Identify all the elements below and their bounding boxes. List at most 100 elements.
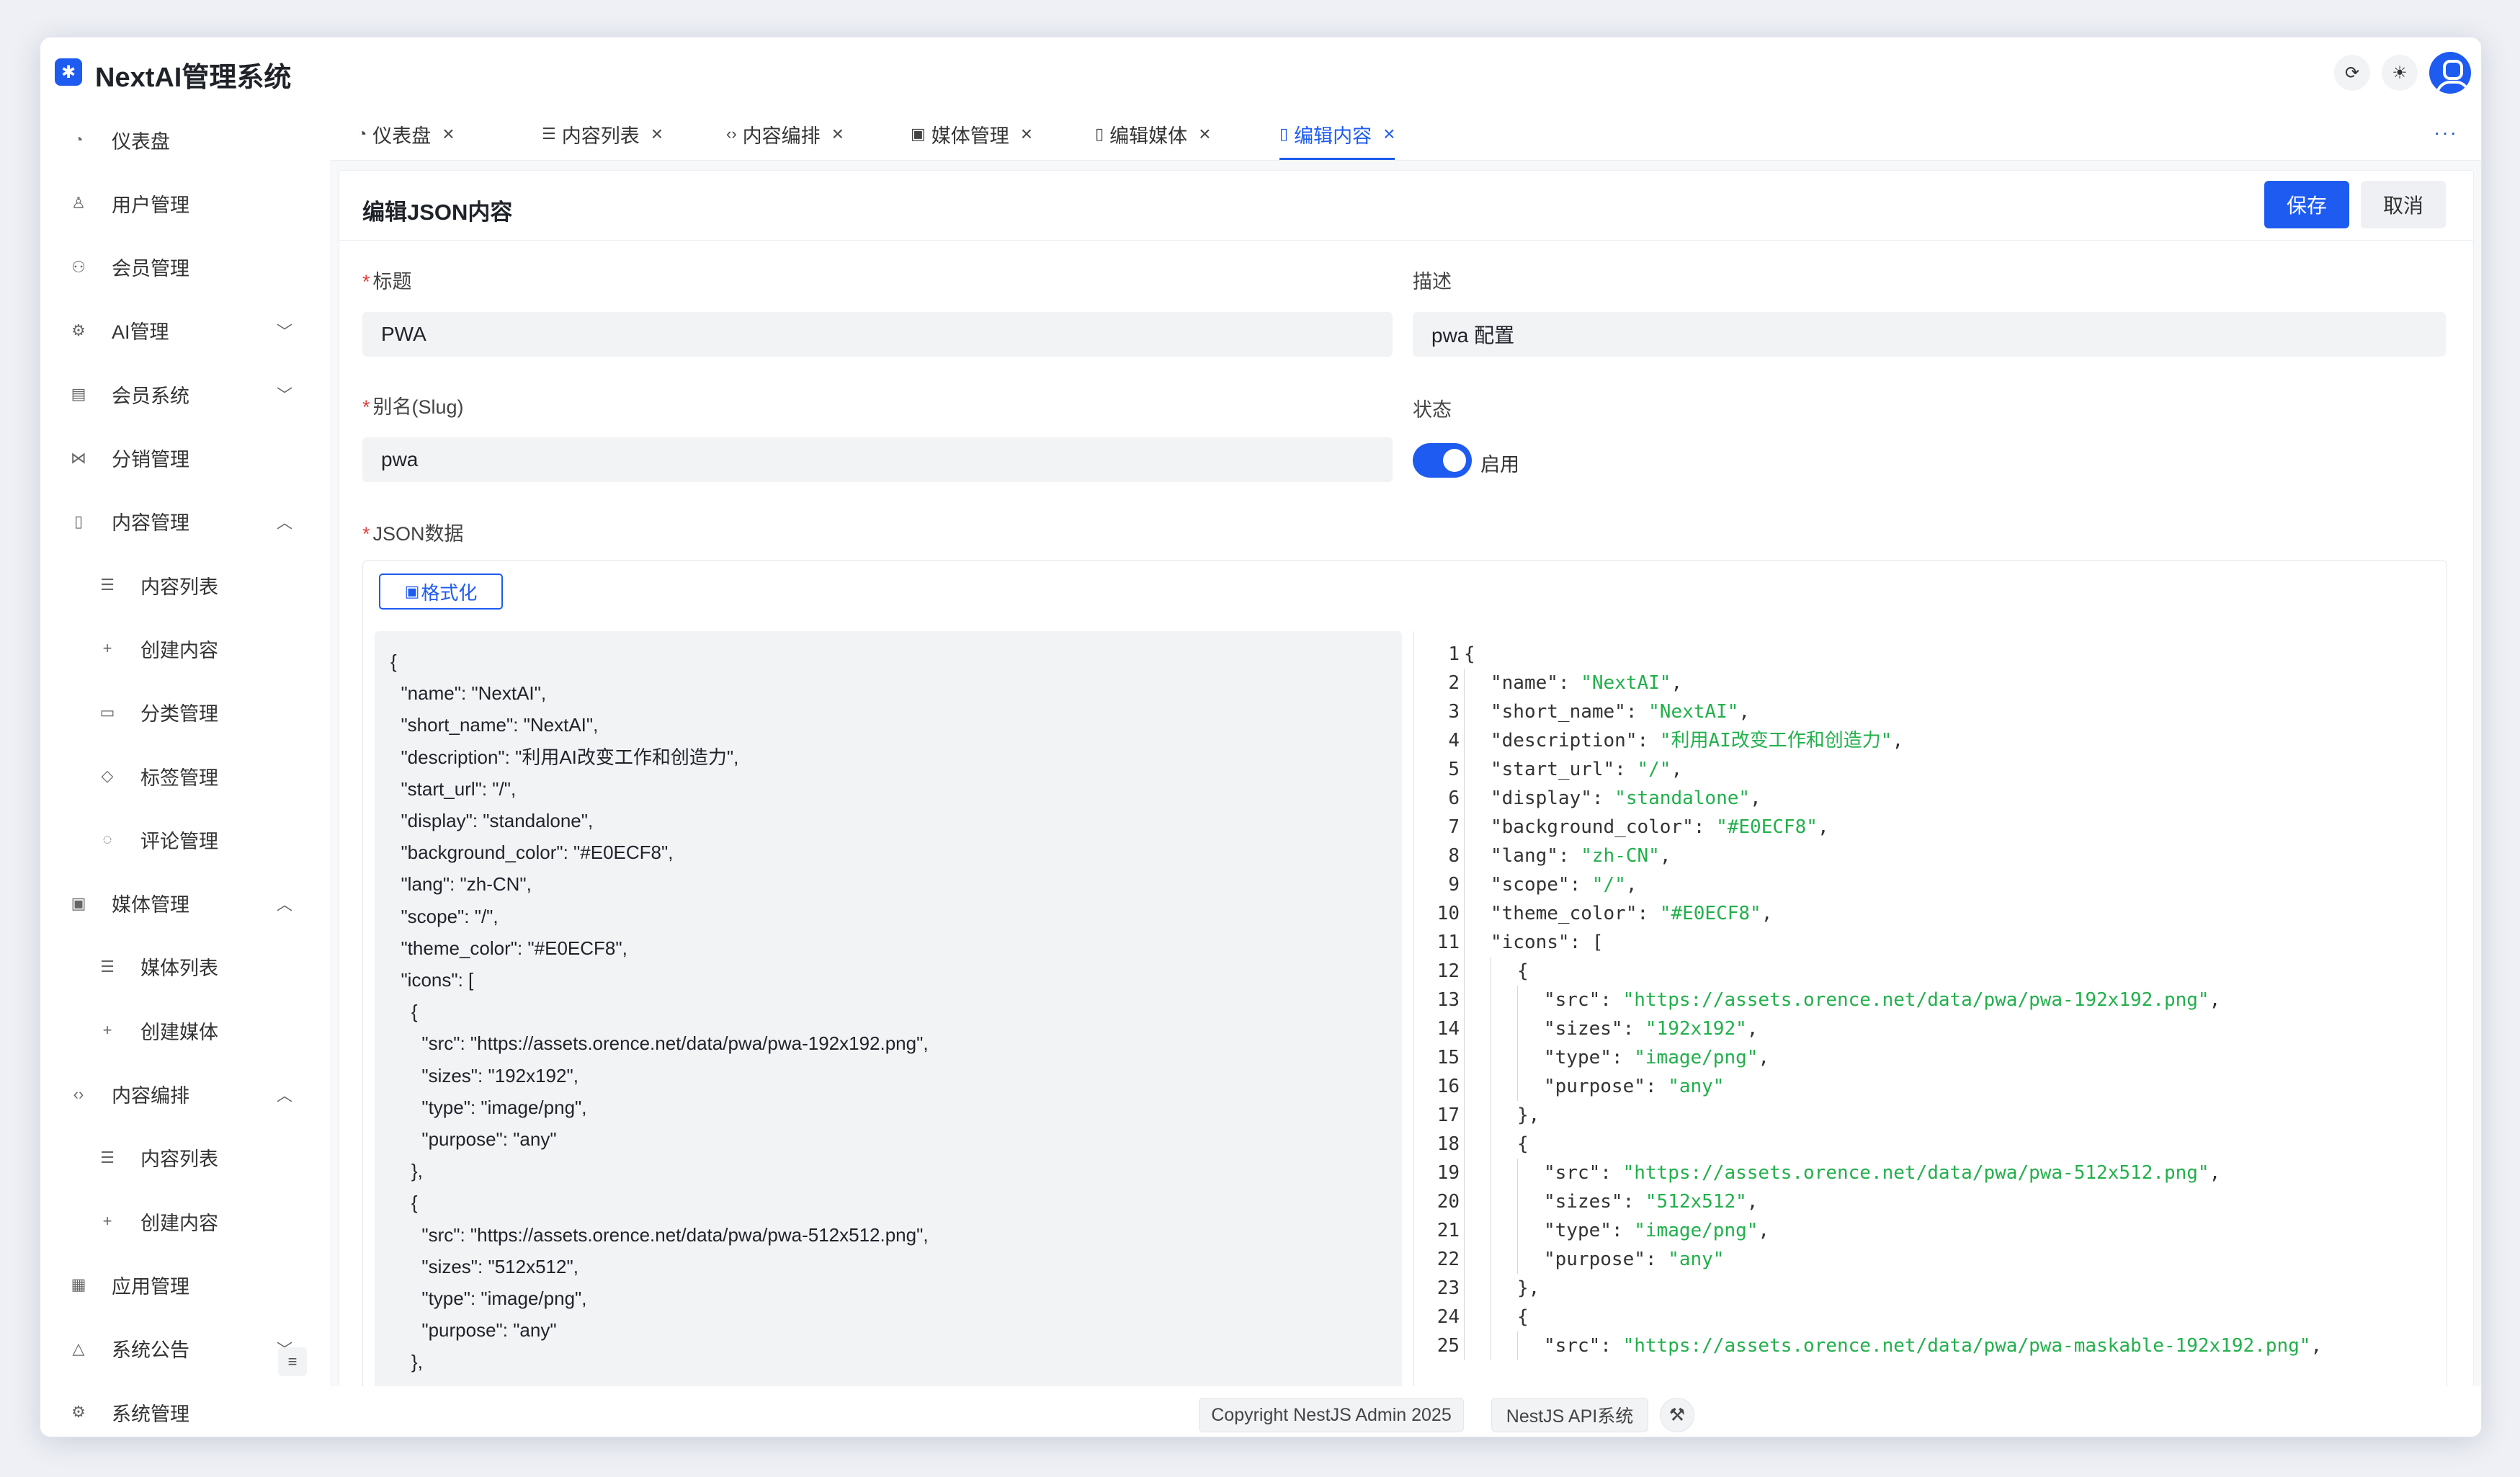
slug-input[interactable]: pwa (362, 437, 1393, 482)
sidebar-item[interactable]: ☰ 内容列表 (40, 553, 329, 617)
sidebar-item[interactable]: ‹› 内容编排 ︿ (40, 1063, 329, 1126)
tab-item[interactable]: ‹› 内容编排 × (726, 108, 844, 160)
copyright-badge[interactable]: Copyright NestJS Admin 2025 (1199, 1398, 1464, 1432)
user-icon (2443, 60, 2463, 80)
tab-label: 媒体管理 (931, 125, 1009, 147)
tab-item[interactable]: ▯ 编辑媒体 × (1095, 108, 1210, 160)
chevron-down-icon[interactable]: ﹀ (277, 383, 292, 406)
sidebar-item-label: 内容管理 (112, 512, 189, 535)
sidebar-item[interactable]: ☰ 媒体列表 (40, 935, 329, 999)
json-preview-line: 5 "start_url": "/", (1415, 755, 2445, 784)
json-preview-line: 17}, (1415, 1101, 2445, 1130)
sidebar-item[interactable]: ◇ 标签管理 (40, 744, 329, 808)
chevron-down-icon[interactable]: ﹀ (277, 319, 292, 342)
sidebar-item-label: 内容列表 (140, 576, 218, 598)
sidebar-item[interactable]: + 创建内容 (40, 617, 329, 680)
sidebar-item[interactable]: ▤ 会员系统 ﹀ (40, 362, 329, 426)
code-text: "name": "NextAI", (1464, 669, 1682, 697)
sidebar-item[interactable]: ◔ 仪表盘 (40, 108, 329, 171)
tabs-more-icon[interactable]: ··· (2434, 121, 2458, 144)
code-text: "display": "standalone", (1464, 784, 1761, 813)
document-icon: ▯ (1095, 125, 1104, 143)
sidebar-item[interactable]: ◌ 评论管理 (40, 808, 329, 871)
json-preview-line: 22 "purpose": "any" (1415, 1245, 2445, 1274)
tab-item[interactable]: ▣ 媒体管理 × (911, 108, 1032, 160)
json-label: * JSON数据 (362, 523, 464, 545)
chevron-up-icon[interactable]: ︿ (277, 892, 292, 915)
sidebar-item[interactable]: ▯ 内容管理 ︿ (40, 490, 329, 553)
gift-icon: ▤ (71, 385, 86, 403)
sidebar-item-label: 分类管理 (140, 703, 218, 726)
json-preview: 1{2 "name": "NextAI", 3 "short_name": "Next… (1415, 640, 2445, 1437)
tag-icon: ◇ (101, 767, 114, 785)
status-value-label: 启用 (1480, 454, 1519, 476)
sidebar-item[interactable]: ▦ 应用管理 (40, 1253, 329, 1316)
close-icon[interactable]: × (1199, 122, 1210, 146)
sidebar-item-label: 分销管理 (112, 449, 189, 470)
app-window: ✱ NextAI管理系统 ⟳ ☀ ◔ 仪表盘 ♙ 用户管理 ⚇ 会员管理 ⚙ AI管理 ﹀ ▤ 会员… (40, 37, 2481, 1437)
sidebar-item[interactable]: ▭ 分类管理 (40, 681, 329, 744)
sidebar-item[interactable]: ⚙ AI管理 ﹀ (40, 299, 329, 362)
json-textarea[interactable]: { "name": "NextAI", "short_name": "NextA… (375, 631, 1402, 1437)
title-input[interactable]: PWA (362, 312, 1393, 357)
line-number: 17 (1437, 1105, 1460, 1126)
line-number: 5 (1448, 759, 1460, 780)
sidebar-item-label: 媒体管理 (112, 894, 189, 916)
close-icon[interactable]: × (832, 122, 844, 146)
code-text: "type": "image/png", (1464, 1043, 1769, 1072)
sidebar-item[interactable]: + 创建媒体 (40, 999, 329, 1062)
image-icon: ▣ (911, 125, 926, 143)
tab-item[interactable]: ☰ 内容列表 × (542, 108, 663, 160)
api-system-button[interactable]: NestJS API系统 (1491, 1398, 1648, 1432)
json-preview-line: 7 "background_color": "#E0ECF8", (1415, 813, 2445, 842)
tab-label: 内容列表 (561, 125, 640, 147)
code-text: "background_color": "#E0ECF8", (1464, 813, 1829, 842)
sidebar-item-label: 创建媒体 (140, 1021, 218, 1043)
sidebar-item[interactable]: ♙ 用户管理 (40, 171, 329, 235)
code-text: "purpose": "any" (1464, 1245, 1724, 1274)
line-number: 24 (1437, 1306, 1460, 1328)
sidebar-item[interactable]: ⚇ 会员管理 (40, 236, 329, 299)
sidebar-item-label: 仪表盘 (112, 130, 170, 153)
wrench-button[interactable]: ⚒ (1660, 1398, 1694, 1432)
json-raw-text[interactable]: { "name": "NextAI", "short_name": "NextA… (390, 646, 929, 1378)
dashboard-icon: ◔ (357, 125, 367, 143)
close-icon[interactable]: × (442, 122, 454, 146)
chevron-up-icon[interactable]: ︿ (277, 510, 292, 533)
sidebar-item[interactable]: ⚙ 系统管理 (40, 1380, 329, 1437)
line-number: 20 (1437, 1191, 1460, 1213)
close-icon[interactable]: × (1383, 122, 1395, 146)
sidebar-item[interactable]: + 创建内容 (40, 1190, 329, 1253)
save-button[interactable]: 保存 (2264, 181, 2349, 228)
line-number: 13 (1437, 989, 1460, 1011)
close-icon[interactable]: × (1021, 122, 1032, 146)
tab-item[interactable]: ▯ 编辑内容 × (1279, 108, 1395, 160)
json-preview-line: 20 "sizes": "512x512", (1415, 1187, 2445, 1216)
format-button[interactable]: ▣ 格式化 (379, 574, 503, 610)
tab-label: 编辑媒体 (1109, 125, 1188, 147)
page-title: 编辑JSON内容 (362, 200, 513, 225)
theme-toggle-button[interactable]: ☀ (2382, 55, 2418, 91)
list-icon: ☰ (100, 1148, 115, 1166)
line-number: 12 (1437, 960, 1460, 982)
code-text: "theme_color": "#E0ECF8", (1464, 899, 1772, 928)
comment-icon: ◌ (102, 830, 112, 849)
status-toggle[interactable] (1413, 443, 1472, 478)
chevron-up-icon[interactable]: ︿ (277, 1083, 292, 1106)
user-avatar[interactable] (2429, 52, 2471, 94)
line-number: 7 (1448, 816, 1460, 838)
document-icon: ▯ (73, 512, 84, 530)
json-preview-line: 8 "lang": "zh-CN", (1415, 842, 2445, 870)
tab-item[interactable]: ◔ 仪表盘 × (357, 108, 455, 160)
sidebar-item[interactable]: ☰ 内容列表 (40, 1126, 329, 1190)
sidebar-item[interactable]: ▣ 媒体管理 ︿ (40, 872, 329, 935)
sidebar-collapse-button[interactable]: ≡ (278, 1347, 307, 1376)
line-number: 16 (1437, 1076, 1460, 1097)
line-number: 2 (1448, 672, 1460, 694)
refresh-button[interactable]: ⟳ (2334, 55, 2370, 91)
cancel-button[interactable]: 取消 (2361, 181, 2446, 228)
sidebar-item[interactable]: ⋈ 分销管理 (40, 427, 329, 490)
description-input[interactable]: pwa 配置 (1413, 312, 2446, 357)
close-icon[interactable]: × (651, 122, 663, 146)
json-preview-line: 15 "type": "image/png", (1415, 1043, 2445, 1072)
